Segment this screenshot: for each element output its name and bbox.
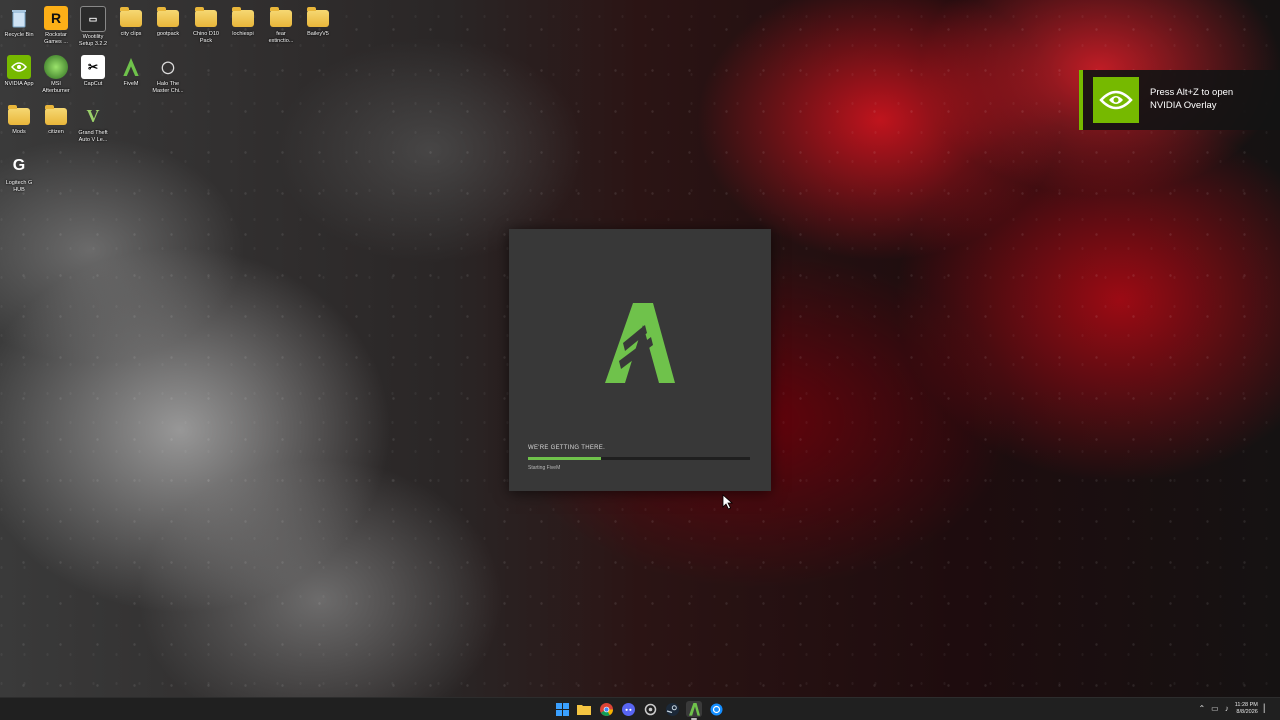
msi-afterburner-icon xyxy=(44,55,68,79)
desktop-icon-rockstar-games[interactable]: R Rockstar Games ... xyxy=(37,2,75,46)
taskbar-clock[interactable]: 11:28 PM 8/8/2026 xyxy=(1235,702,1258,716)
desktop-icon-gta-v[interactable]: V Grand Theft Auto V Le... xyxy=(74,100,112,144)
desktop-icon-recycle-bin[interactable]: Recycle Bin xyxy=(0,2,38,39)
network-icon[interactable]: ▭ xyxy=(1211,700,1219,718)
desktop-icon-gootpack[interactable]: gootpack xyxy=(149,2,187,38)
desktop-icon-nvidia-app[interactable]: NVIDIA App xyxy=(0,51,38,88)
wootility-icon: ▭ xyxy=(80,6,106,32)
steam-icon xyxy=(665,702,679,716)
fivem-icon xyxy=(688,702,700,716)
desktop-icon-chino-d10-pack[interactable]: Chino D10 Pack xyxy=(187,2,225,45)
desktop-icon-city-clips[interactable]: city clips xyxy=(112,2,150,38)
nvidia-overlay-toast[interactable]: Press Alt+Z to open NVIDIA Overlay xyxy=(1079,70,1280,130)
recycle-bin-icon xyxy=(7,6,31,30)
loading-status-title: WE'RE GETTING THERE. xyxy=(528,445,606,451)
desktop-icon-logitech-ghub[interactable]: G Logitech G HUB xyxy=(0,150,38,194)
taskbar-start-button[interactable] xyxy=(554,701,570,717)
rockstar-games-icon: R xyxy=(44,6,68,30)
chrome-icon xyxy=(599,702,613,716)
desktop-icon-baileyv5[interactable]: BaileyV5 xyxy=(299,2,337,38)
volume-icon[interactable]: ♪ xyxy=(1225,700,1229,718)
desktop: Recycle Bin R Rockstar Games ... ▭ Wooti… xyxy=(0,0,1280,697)
fivem-loading-window: WE'RE GETTING THERE. Starting FiveM xyxy=(509,229,771,491)
toast-message: Press Alt+Z to open NVIDIA Overlay xyxy=(1150,87,1234,111)
folder-icon xyxy=(157,7,179,27)
gear-icon xyxy=(644,703,656,715)
desktop-icon-fear-extinction[interactable]: fear extinctio... xyxy=(262,2,300,45)
logitech-ghub-icon: G xyxy=(12,157,26,174)
desktop-icon-msi-afterburner[interactable]: MSI Afterburner xyxy=(37,51,75,95)
desktop-icon-wootility[interactable]: ▭ Wootility Setup 3.2.2 xyxy=(74,2,112,48)
windows-start-icon xyxy=(555,702,569,716)
nvidia-logo-icon xyxy=(1093,77,1139,123)
fivem-icon xyxy=(119,55,143,79)
desktop-icon-mods[interactable]: Mods xyxy=(0,100,38,136)
folder-icon xyxy=(270,7,292,27)
folder-icon xyxy=(232,7,254,27)
folder-icon xyxy=(45,105,67,125)
desktop-icon-fivem[interactable]: FiveM xyxy=(112,51,150,88)
nvidia-app-icon xyxy=(7,55,31,79)
desktop-icon-citizen[interactable]: citizen xyxy=(37,100,75,136)
fivem-logo-icon xyxy=(605,303,675,383)
battlenet-icon xyxy=(710,703,722,715)
clock-time: 11:28 PM xyxy=(1234,702,1258,708)
taskbar: ⌃ ▭ ♪ 11:28 PM 8/8/2026 ▏ xyxy=(0,697,1280,720)
desktop-icon-lochiespi[interactable]: lochiespi xyxy=(224,2,262,38)
taskbar-apps xyxy=(554,701,724,720)
desktop-icon-capcut[interactable]: ✂ CapCut xyxy=(74,51,112,88)
taskbar-battle-net[interactable] xyxy=(708,701,724,717)
taskbar-discord[interactable] xyxy=(620,701,636,717)
folder-icon xyxy=(307,7,329,27)
taskbar-steam[interactable] xyxy=(664,701,680,717)
chevron-up-icon[interactable]: ⌃ xyxy=(1198,700,1205,718)
system-tray: ⌃ ▭ ♪ 11:28 PM 8/8/2026 ▏ xyxy=(1198,700,1270,718)
taskbar-chrome[interactable] xyxy=(598,701,614,717)
folder-icon xyxy=(195,7,217,27)
capcut-icon: ✂ xyxy=(81,55,105,79)
folder-icon xyxy=(577,705,591,715)
desktop-icon-halo[interactable]: ◯ Halo The Master Chi... xyxy=(149,51,187,95)
loading-progress-bar xyxy=(528,457,750,460)
taskbar-app-generic[interactable] xyxy=(642,701,658,717)
gta-v-icon: V xyxy=(86,105,100,126)
clock-date: 8/8/2026 xyxy=(1236,709,1258,715)
taskbar-fivem[interactable] xyxy=(686,701,702,720)
taskbar-file-explorer[interactable] xyxy=(576,701,592,717)
folder-icon xyxy=(8,105,30,125)
notification-bell-icon[interactable]: ▏ xyxy=(1264,700,1270,718)
loading-status-subtitle: Starting FiveM xyxy=(528,465,561,471)
mouse-cursor-icon xyxy=(722,494,734,510)
halo-icon: ◯ xyxy=(161,60,175,74)
discord-icon xyxy=(621,702,635,716)
loading-progress-fill xyxy=(528,457,602,460)
folder-icon xyxy=(120,7,142,27)
